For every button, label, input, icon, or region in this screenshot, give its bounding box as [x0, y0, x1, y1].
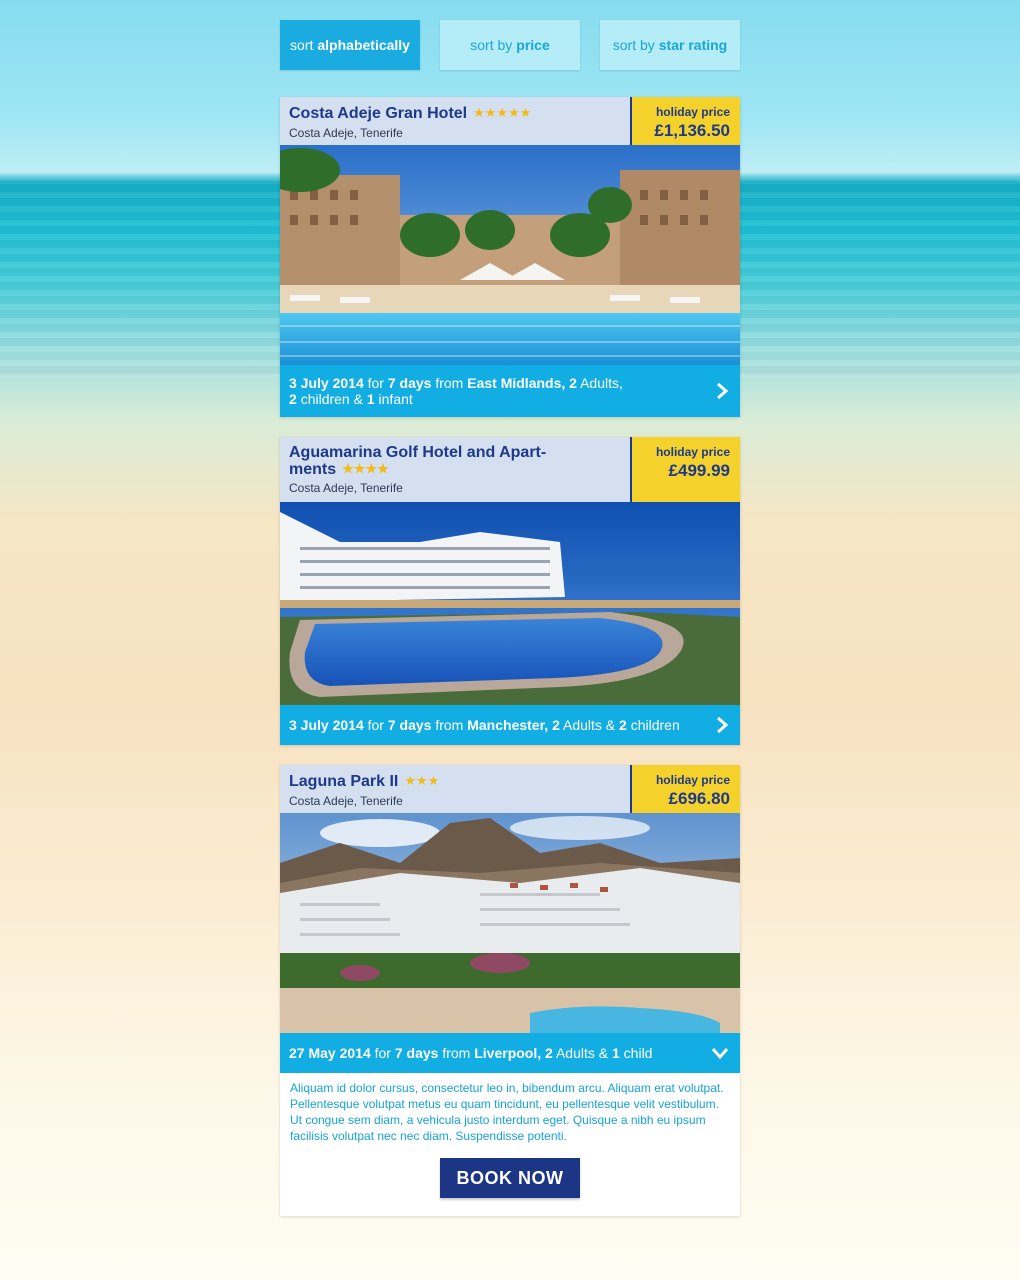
results-container: sort alphabetically sort by price sort by s…: [280, 20, 740, 1236]
chevron-down-icon[interactable]: [710, 1045, 730, 1061]
hotel-location: Costa Adeje, Tenerife: [289, 126, 403, 140]
sort-alphabetically-button[interactable]: sort alphabetically: [280, 20, 420, 70]
booking-details-text: 3 July 2014 for 7 days from Manchester, …: [289, 717, 680, 733]
chevron-right-icon[interactable]: [714, 382, 730, 400]
hotel-card-header: Laguna Park II ★★★ Costa Adeje, Tenerife …: [280, 765, 740, 813]
star-rating-icon: ★★★★: [342, 461, 389, 476]
hotel-photo[interactable]: [280, 813, 740, 1033]
book-now-button[interactable]: BOOK NOW: [440, 1158, 580, 1198]
hotel-photo[interactable]: [280, 502, 740, 705]
price-value: £499.99: [668, 461, 730, 480]
booking-details-bar[interactable]: 3 July 2014 for 7 days from East Midland…: [280, 365, 740, 417]
booking-details-bar[interactable]: 27 May 2014 for 7 days from Liverpool, 2…: [280, 1033, 740, 1073]
price-box: holiday price £1,136.50: [630, 97, 740, 145]
hotel-description: Aliquam id dolor cursus, consectetur leo…: [290, 1081, 724, 1143]
hotel-description-panel: Aliquam id dolor cursus, consectetur leo…: [280, 1073, 740, 1216]
price-label: holiday price: [655, 105, 730, 119]
hotel-location: Costa Adeje, Tenerife: [289, 794, 403, 808]
hotel-card: Costa Adeje Gran Hotel ★★★★★ Costa Adeje,…: [280, 97, 740, 417]
price-value: £696.80: [668, 789, 730, 808]
booking-details-text: 3 July 2014 for 7 days from East Midland…: [289, 375, 623, 407]
booking-details-bar[interactable]: 3 July 2014 for 7 days from Manchester, …: [280, 705, 740, 745]
star-rating-icon: ★★★★★: [473, 105, 532, 120]
price-box: holiday price £696.80: [630, 765, 740, 813]
hotel-card-header: Aguamarina Golf Hotel and Apart- ments ★★…: [280, 437, 740, 502]
star-rating-icon: ★★★: [404, 773, 440, 788]
hotel-location: Costa Adeje, Tenerife: [289, 481, 403, 495]
price-label: holiday price: [655, 445, 730, 459]
hotel-card: Aguamarina Golf Hotel and Apart- ments ★★…: [280, 437, 740, 745]
sort-by-price-button[interactable]: sort by price: [440, 20, 580, 70]
sort-by-star-rating-button[interactable]: sort by star rating: [600, 20, 740, 70]
hotel-card-header: Costa Adeje Gran Hotel ★★★★★ Costa Adeje,…: [280, 97, 740, 145]
hotel-photo[interactable]: [280, 145, 740, 365]
hotel-card: Laguna Park II ★★★ Costa Adeje, Tenerife …: [280, 765, 740, 1216]
hotel-name[interactable]: Aguamarina Golf Hotel and Apart- ments ★★…: [289, 445, 621, 478]
hotel-name[interactable]: Costa Adeje Gran Hotel: [289, 105, 467, 122]
price-label: holiday price: [655, 773, 730, 787]
sort-bar: sort alphabetically sort by price sort by s…: [280, 20, 740, 70]
booking-details-text: 27 May 2014 for 7 days from Liverpool, 2…: [289, 1045, 653, 1061]
chevron-right-icon[interactable]: [714, 716, 730, 734]
hotel-name[interactable]: Laguna Park II: [289, 773, 398, 790]
price-value: £1,136.50: [654, 121, 730, 140]
price-box: holiday price £499.99: [630, 437, 740, 502]
